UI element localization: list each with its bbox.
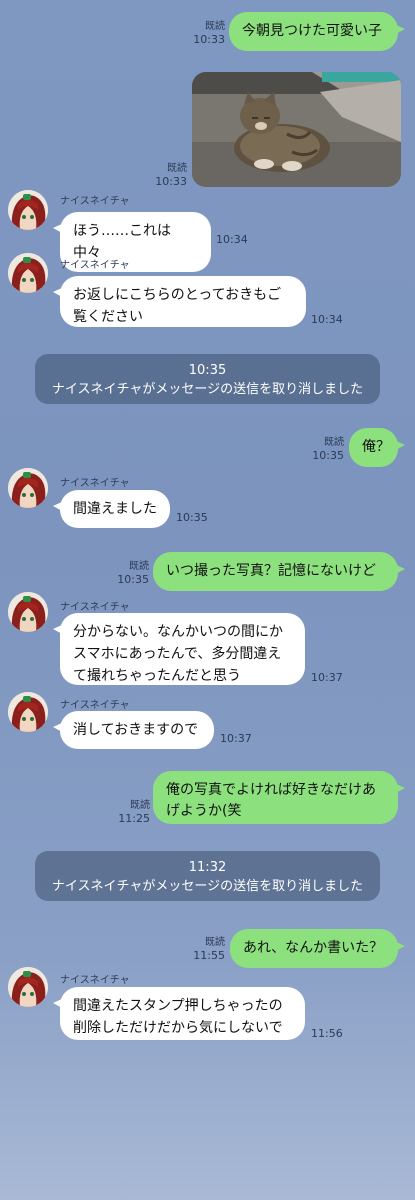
avatar-icon <box>8 190 48 230</box>
contact-name: ナイスネイチャ <box>60 700 130 711</box>
message-line: げようか(笑 <box>166 803 242 819</box>
avatar-icon <box>8 692 48 732</box>
message-line: スマホにあったんで、多分間違え <box>73 646 282 662</box>
timestamp: 10:33 <box>193 33 225 46</box>
message-line: て撮れちゃったんだと思う <box>73 668 241 684</box>
timestamp: 10:34 <box>216 233 248 246</box>
message-text: いつ撮った写真？記憶にないけど <box>166 563 376 579</box>
timestamp: 10:33 <box>155 175 187 188</box>
message-text: あれ、なんか書いた？ <box>243 940 384 956</box>
notice-text: ナイスネイチャがメッセージの送信を取り消しました <box>51 382 364 397</box>
message-meta: 既読 11:25 <box>118 799 150 825</box>
avatar-icon <box>8 253 48 293</box>
message-line: 覧ください <box>73 309 143 325</box>
contact-name: ナイスネイチャ <box>60 602 130 613</box>
my-message-bubble[interactable]: 俺？ <box>349 428 405 467</box>
message-meta: 既読 10:35 <box>117 560 149 586</box>
message-line: 間違えたスタンプ押しちゃったの <box>73 998 283 1014</box>
contact-name: ナイスネイチャ <box>60 478 130 489</box>
read-receipt: 既読 <box>129 561 149 572</box>
avatar[interactable] <box>8 967 48 1007</box>
contact-name: ナイスネイチャ <box>60 260 130 271</box>
their-message-bubble[interactable]: 間違えたスタンプ押しちゃったの 削除しただけだから気にしないで <box>53 987 305 1040</box>
my-message-bubble[interactable]: 今朝見つけた可愛い子 <box>229 12 405 51</box>
their-message-bubble[interactable]: 間違えました <box>53 490 170 528</box>
timestamp: 11:25 <box>118 812 150 825</box>
their-message-bubble[interactable]: 分からない。なんかいつの間にか スマホにあったんで、多分間違え て撮れちゃったん… <box>53 613 305 685</box>
my-message-bubble[interactable]: いつ撮った写真？記憶にないけど <box>153 552 405 591</box>
message-meta: 既読 10:33 <box>155 162 187 188</box>
my-message-bubble[interactable]: あれ、なんか書いた？ <box>230 929 405 968</box>
contact-name: ナイスネイチャ <box>60 975 130 986</box>
read-receipt: 既読 <box>205 21 225 32</box>
message-text: 今朝見つけた可愛い子 <box>242 23 382 39</box>
their-message-bubble[interactable]: お返しにこちらのとっておきもご 覧ください <box>53 276 306 327</box>
read-receipt: 既読 <box>167 163 187 174</box>
read-receipt: 既読 <box>324 437 344 448</box>
avatar[interactable] <box>8 253 48 293</box>
read-receipt: 既読 <box>130 800 150 811</box>
message-line: 削除しただけだから気にしないで <box>73 1020 283 1036</box>
avatar[interactable] <box>8 190 48 230</box>
message-text: 俺？ <box>362 439 390 455</box>
message-text: 間違えました <box>73 501 157 517</box>
cat-photo-image <box>192 72 401 187</box>
notice-time: 10:35 <box>188 363 227 378</box>
contact-name: ナイスネイチャ <box>60 196 130 207</box>
timestamp: 11:55 <box>193 949 225 962</box>
timestamp: 11:56 <box>311 1027 343 1040</box>
timestamp: 10:35 <box>117 573 149 586</box>
message-meta: 既読 10:35 <box>312 436 344 462</box>
notice-text: ナイスネイチャがメッセージの送信を取り消しました <box>51 879 364 894</box>
unsend-notice: 11:32 ナイスネイチャがメッセージの送信を取り消しました <box>35 851 380 901</box>
avatar-icon <box>8 468 48 508</box>
their-message-bubble[interactable]: 消しておきますので <box>53 711 214 749</box>
my-message-bubble[interactable]: 俺の写真でよければ好きなだけあ げようか(笑 <box>153 771 405 824</box>
timestamp: 10:34 <box>311 313 343 326</box>
avatar[interactable] <box>8 468 48 508</box>
message-line: 分からない。なんかいつの間にか <box>73 624 283 640</box>
timestamp: 10:37 <box>311 671 343 684</box>
timestamp: 10:37 <box>220 732 252 745</box>
message-meta: 既読 10:33 <box>193 20 225 46</box>
avatar-icon <box>8 967 48 1007</box>
avatar[interactable] <box>8 692 48 732</box>
message-text: 消しておきますので <box>73 722 199 738</box>
timestamp: 10:35 <box>312 449 344 462</box>
message-line: お返しにこちらのとっておきもご <box>73 287 282 303</box>
read-receipt: 既読 <box>205 937 225 948</box>
timestamp: 10:35 <box>176 511 208 524</box>
unsend-notice: 10:35 ナイスネイチャがメッセージの送信を取り消しました <box>35 354 380 404</box>
message-line: 俺の写真でよければ好きなだけあ <box>166 782 376 798</box>
avatar-icon <box>8 592 48 632</box>
message-meta: 既読 11:55 <box>193 936 225 962</box>
avatar[interactable] <box>8 592 48 632</box>
cat-photo[interactable] <box>192 72 401 187</box>
notice-time: 11:32 <box>188 860 227 875</box>
